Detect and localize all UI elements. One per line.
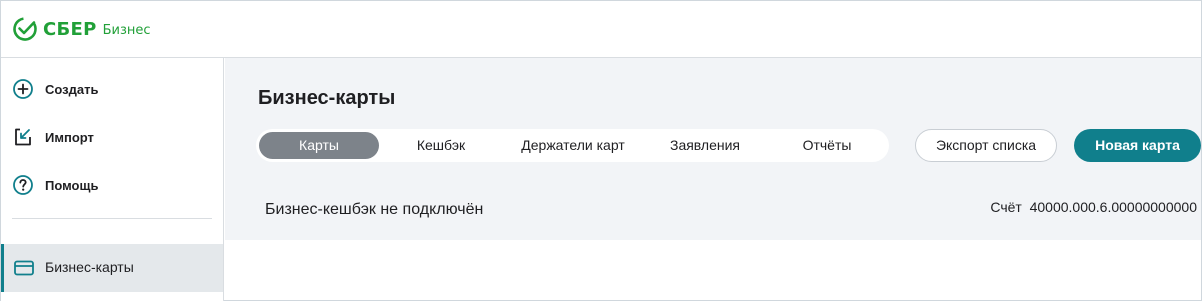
tab-applications[interactable]: Заявления xyxy=(643,132,767,159)
tab-card-holders[interactable]: Держатели карт xyxy=(503,132,643,159)
sidebar-item-create[interactable]: Создать xyxy=(1,69,223,109)
account-info: Счёт 40000.000.6.00000000000 xyxy=(990,199,1197,215)
sidebar-divider xyxy=(12,218,212,219)
sidebar-item-label: Импорт xyxy=(45,129,94,145)
card-icon xyxy=(14,260,34,276)
sidebar-item-label: Помощь xyxy=(45,177,99,193)
sidebar-item-label: Создать xyxy=(45,81,99,97)
sidebar: Создать Импорт Помощь Бизнес-карты xyxy=(1,58,224,301)
import-icon xyxy=(15,128,31,146)
cashback-status-text: Бизнес-кешбэк не подключён xyxy=(265,201,484,218)
tab-cards[interactable]: Карты xyxy=(259,132,379,159)
sber-logo-icon xyxy=(13,17,37,41)
sidebar-item-business-cards[interactable]: Бизнес-карты xyxy=(1,244,223,292)
logo-subtitle: Бизнес xyxy=(102,23,151,38)
account-label: Счёт xyxy=(990,199,1022,215)
sidebar-item-label: Бизнес-карты xyxy=(45,259,134,275)
account-number: 40000.000.6.00000000000 xyxy=(1029,199,1197,215)
tab-reports[interactable]: Отчёты xyxy=(767,132,887,159)
sidebar-item-help[interactable]: Помощь xyxy=(1,165,223,205)
app-window: СБЕР Бизнес Создать Импорт Помощь Бизнес… xyxy=(0,0,1202,301)
tab-cashback[interactable]: Кешбэк xyxy=(379,132,503,159)
active-indicator xyxy=(1,244,4,292)
plus-circle-icon xyxy=(13,79,33,99)
main-panel: Бизнес-карты Карты Кешбэк Держатели карт… xyxy=(225,58,1201,240)
tab-bar: Карты Кешбэк Держатели карт Заявления От… xyxy=(256,129,889,162)
top-header: СБЕР Бизнес xyxy=(1,1,1201,58)
sidebar-item-import[interactable]: Импорт xyxy=(1,117,223,157)
logo-word: СБЕР xyxy=(43,18,97,40)
page-title: Бизнес-карты xyxy=(258,87,396,109)
export-list-button[interactable]: Экспорт списка xyxy=(915,129,1057,162)
sber-business-logo[interactable]: СБЕР Бизнес xyxy=(12,16,151,42)
new-card-button[interactable]: Новая карта xyxy=(1074,129,1201,162)
help-circle-icon xyxy=(13,175,33,195)
